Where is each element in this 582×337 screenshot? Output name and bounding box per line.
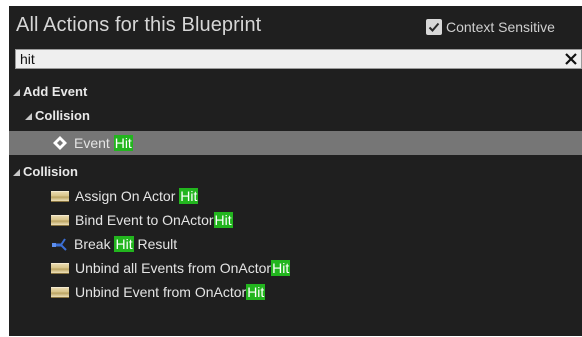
context-sensitive-checkbox[interactable] xyxy=(426,19,442,35)
search-input[interactable] xyxy=(18,50,542,68)
category-label: Collision xyxy=(35,107,90,123)
category-label: Collision xyxy=(23,163,78,179)
collapse-triangle-icon[interactable] xyxy=(13,88,20,96)
blueprint-actions-panel: All Actions for this Blueprint Context S… xyxy=(9,6,582,336)
action-event-hit[interactable]: Event Hit xyxy=(9,131,582,155)
action-assign-on-actor-hit[interactable]: Assign On Actor Hit xyxy=(9,186,582,206)
event-diamond-icon xyxy=(52,135,68,151)
close-icon[interactable] xyxy=(563,51,579,67)
action-label: Unbind all Events from OnActorHit xyxy=(75,260,291,276)
action-label: Assign On Actor Hit xyxy=(75,188,199,204)
category-label: Add Event xyxy=(23,83,88,99)
context-sensitive-toggle[interactable]: Context Sensitive xyxy=(426,19,555,35)
function-icon xyxy=(51,286,69,298)
category-collision[interactable]: Collision xyxy=(9,161,582,181)
function-icon xyxy=(51,214,69,226)
collapse-triangle-icon[interactable] xyxy=(13,168,20,176)
category-add-event[interactable]: Add Event xyxy=(9,81,582,101)
action-break-hit-result[interactable]: Break Hit Result xyxy=(9,234,582,254)
action-bind-event-onactorhit[interactable]: Bind Event to OnActorHit xyxy=(9,210,582,230)
context-sensitive-label: Context Sensitive xyxy=(446,19,555,35)
action-label: Unbind Event from OnActorHit xyxy=(75,284,266,300)
panel-title: All Actions for this Blueprint xyxy=(16,14,262,36)
collapse-triangle-icon[interactable] xyxy=(25,112,32,120)
function-icon xyxy=(51,262,69,274)
category-add-event-collision[interactable]: Collision xyxy=(9,105,582,125)
break-struct-icon xyxy=(51,236,69,252)
action-label: Bind Event to OnActorHit xyxy=(75,212,233,228)
function-icon xyxy=(51,190,69,202)
search-box xyxy=(15,49,582,69)
checkmark-icon xyxy=(428,22,440,32)
action-unbind-all-events-onactorhit[interactable]: Unbind all Events from OnActorHit xyxy=(9,258,582,278)
action-label: Break Hit Result xyxy=(74,236,178,252)
action-label: Event Hit xyxy=(74,135,133,151)
action-unbind-event-onactorhit[interactable]: Unbind Event from OnActorHit xyxy=(9,282,582,302)
